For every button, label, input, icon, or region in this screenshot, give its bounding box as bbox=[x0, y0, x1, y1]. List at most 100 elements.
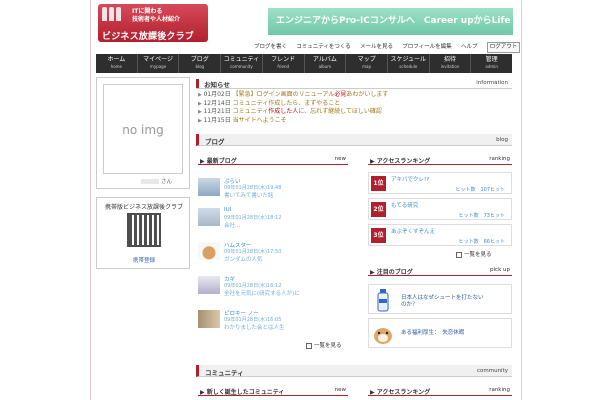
ranking-more-link[interactable]: 一覧を見る bbox=[456, 250, 492, 258]
pickup-line-1[interactable]: ある福利厚生： 失恋休暇 bbox=[401, 330, 464, 337]
pickup-text[interactable]: 日本人はなぜシュートを打たない のか？ bbox=[401, 295, 484, 309]
mobile-title: 携帯版ビジネス放課後クラブ bbox=[104, 204, 183, 211]
blog-item[interactable]: カギ 09年01月28日(水)16:12 全社を元気に(研究する人が)に bbox=[198, 274, 358, 300]
nav-home[interactable]: ホーム home bbox=[96, 54, 138, 73]
nav-label: 招待 bbox=[443, 56, 456, 63]
info-text[interactable]: コミュニティ bbox=[233, 108, 269, 115]
info-text[interactable]: 当サイトへようこそ bbox=[233, 117, 287, 124]
blog-item[interactable]: ピロキー ノー 09年01月28日(水)16:05 わかりました会とは人生 bbox=[198, 308, 358, 334]
rank-title[interactable]: アキバでクレ!? bbox=[391, 175, 429, 183]
nav-friend[interactable]: フレンド friend bbox=[263, 54, 305, 73]
blog-thumbnail[interactable] bbox=[198, 208, 220, 226]
info-text-tail[interactable]: に、忘れず継続してほしい確認 bbox=[298, 108, 382, 115]
name-placeholder bbox=[141, 179, 159, 184]
info-text[interactable]: 【緊急】ログイン画面のリニューアル bbox=[233, 91, 335, 98]
blog-item-desc[interactable]: ガンダムの人気 bbox=[224, 255, 263, 263]
arrow-icon: ▶ bbox=[370, 389, 377, 396]
info-title: お知らせ bbox=[204, 81, 230, 89]
blog-item-desc[interactable]: 会社... bbox=[224, 221, 240, 229]
nav-community[interactable]: コミュニティ community bbox=[221, 54, 263, 73]
nav-sublabel: blog bbox=[195, 64, 205, 69]
site-logo[interactable]: ITに関わる 技術者や人材紹介 ビジネス放課後クラブ bbox=[98, 4, 208, 42]
pickup-item[interactable]: ある福利厚生： 失恋休暇 bbox=[368, 318, 512, 348]
nav-label: コミュニティ bbox=[223, 56, 260, 63]
new-blog-title: ▶ 最新ブログ bbox=[200, 156, 237, 165]
pickup-line-2[interactable]: のか？ bbox=[401, 302, 484, 309]
bottle-icon[interactable] bbox=[372, 288, 394, 312]
header-banner[interactable]: エンジニアからPro-ICコンサルへ Career upからLife upへ bbox=[268, 8, 513, 53]
nav-label: スケジュール bbox=[390, 56, 427, 63]
section-marker bbox=[196, 79, 199, 88]
blog-thumbnail[interactable] bbox=[198, 276, 220, 294]
blog-item-date: 09年01月28日(水)17:50 bbox=[224, 249, 282, 255]
blog-thumbnail[interactable] bbox=[198, 242, 220, 260]
info-item[interactable]: ▶ 11月21日 コミュニティ作成した人に、忘れず継続してほしい確認 bbox=[198, 108, 498, 117]
blog-more-link[interactable]: 一覧を見る bbox=[306, 341, 342, 349]
info-text[interactable]: コミュニティ作成したら、まずやること bbox=[233, 100, 341, 107]
blog-item[interactable]: ハムスター 09年01月28日(水)17:50 ガンダムの人気 bbox=[198, 240, 358, 266]
blog-item-date: 09年01月28日(水)16:12 bbox=[224, 283, 282, 289]
arrow-icon: ▶ bbox=[200, 389, 207, 396]
pickup-title-text: 注目のブログ bbox=[376, 269, 413, 276]
blog-item[interactable]: IUI 09年01月28日(水)18:12 会社... bbox=[198, 206, 358, 232]
pickup-text[interactable]: ある福利厚生： 失恋休暇 bbox=[401, 330, 464, 337]
nav-map[interactable]: マップ map bbox=[346, 54, 388, 73]
name-suffix: さん bbox=[161, 179, 173, 185]
nav-blog[interactable]: ブログ blog bbox=[179, 54, 222, 73]
create-community-link[interactable]: コミュニティをつくる bbox=[296, 43, 351, 52]
edit-profile-link[interactable]: プロフィールを編集 bbox=[402, 43, 451, 52]
info-item[interactable]: ▶ 11月15日 当サイトへようこそ bbox=[198, 117, 498, 126]
blog-item-title[interactable]: IUI bbox=[224, 207, 231, 213]
ranking-item[interactable]: 3位 あぶぞくすぞんえ ヒット数 66ヒット bbox=[368, 224, 512, 246]
more-label: 一覧を見る bbox=[464, 252, 492, 258]
pickup-item[interactable]: 日本人はなぜシュートを打たない のか？ bbox=[368, 284, 512, 314]
rank-badge: 1位 bbox=[371, 176, 386, 191]
blog-item-date: 09年01月28日(水)16:05 bbox=[224, 317, 282, 323]
nav-invitation[interactable]: 招待 invitation bbox=[430, 54, 472, 73]
nav-schedule[interactable]: スケジュール schedule bbox=[388, 54, 430, 73]
profile-box: no img さん bbox=[96, 77, 190, 189]
arrow-icon: ▶ bbox=[370, 158, 377, 165]
pickup-header: ▶ 注目のブログ pick up bbox=[368, 265, 512, 276]
view-mail-link[interactable]: メールを見る bbox=[360, 43, 393, 52]
info-highlight[interactable]: 作成した人 bbox=[268, 108, 298, 115]
profile-avatar[interactable]: no img bbox=[103, 84, 183, 174]
new-community-title: ▶ 新しく誕生したコミュニティ bbox=[200, 387, 284, 396]
info-text-tail[interactable]: あわがいします bbox=[346, 91, 388, 98]
list-icon bbox=[456, 251, 462, 258]
ranking-title: ▶ アクセスランキング bbox=[370, 156, 430, 165]
help-link[interactable]: ヘルプ bbox=[461, 43, 478, 52]
nav-mypage[interactable]: マイページ mypage bbox=[138, 54, 180, 73]
blog-item-desc[interactable]: 全社を元気に(研究する人が)に bbox=[224, 289, 300, 297]
rank-badge: 3位 bbox=[371, 228, 386, 243]
community-ranking-title: ▶ アクセスランキング bbox=[370, 387, 430, 396]
write-blog-link[interactable]: ブログを書く bbox=[254, 43, 287, 52]
blog-item-desc[interactable]: 書いてみて書いた話 bbox=[224, 191, 273, 199]
pickup-line-1[interactable]: 日本人はなぜシュートを打たない bbox=[401, 295, 484, 302]
profile-name: さん bbox=[141, 177, 172, 185]
nav-admin[interactable]: 管理 admin bbox=[471, 54, 512, 73]
info-item[interactable]: ▶ 12月14日 コミュニティ作成したら、まずやること bbox=[198, 100, 498, 109]
info-list: ▶ 01月02日 【緊急】ログイン画面のリニューアル必見あわがいします ▶ 12… bbox=[198, 91, 498, 125]
ranking-item[interactable]: 1位 アキバでクレ!? ヒット数 107ヒット bbox=[368, 172, 512, 194]
hamster-icon[interactable] bbox=[372, 322, 394, 346]
mobile-box: 携帯版ビジネス放課後クラブ 携帯登録 bbox=[96, 197, 190, 269]
new-community-title-en: new bbox=[334, 387, 346, 393]
info-highlight[interactable]: 必見 bbox=[334, 91, 346, 98]
rank-title[interactable]: あぶぞくすぞんえ bbox=[391, 227, 435, 235]
info-item[interactable]: ▶ 01月02日 【緊急】ログイン画面のリニューアル必見あわがいします bbox=[198, 91, 498, 100]
blog-item[interactable]: ぷらい 09年01月28日(水)19:48 書いてみて書いた話 bbox=[198, 176, 358, 202]
blog-thumbnail[interactable] bbox=[198, 178, 220, 196]
new-blog-title-text: 最新ブログ bbox=[206, 158, 237, 165]
rank-title[interactable]: もてる研究 bbox=[391, 201, 418, 209]
blog-thumbnail[interactable] bbox=[198, 310, 220, 328]
nav-sublabel: album bbox=[318, 64, 332, 69]
ranking-item[interactable]: 2位 もてる研究 ヒット数 73ヒット bbox=[368, 198, 512, 220]
blog-item-date: 09年01月28日(水)19:48 bbox=[224, 185, 282, 191]
blog-item-desc[interactable]: わかりました会とは人生 bbox=[224, 323, 285, 331]
mobile-register-link[interactable]: 携帯登録 bbox=[97, 256, 191, 264]
utility-links: ブログを書く コミュニティをつくる メールを見る プロフィールを編集 ヘルプ ロ… bbox=[254, 42, 527, 53]
nav-album[interactable]: アルバム album bbox=[305, 54, 347, 73]
logout-button[interactable]: ログアウト bbox=[486, 42, 521, 53]
more-label: 一覧を見る bbox=[314, 343, 342, 349]
